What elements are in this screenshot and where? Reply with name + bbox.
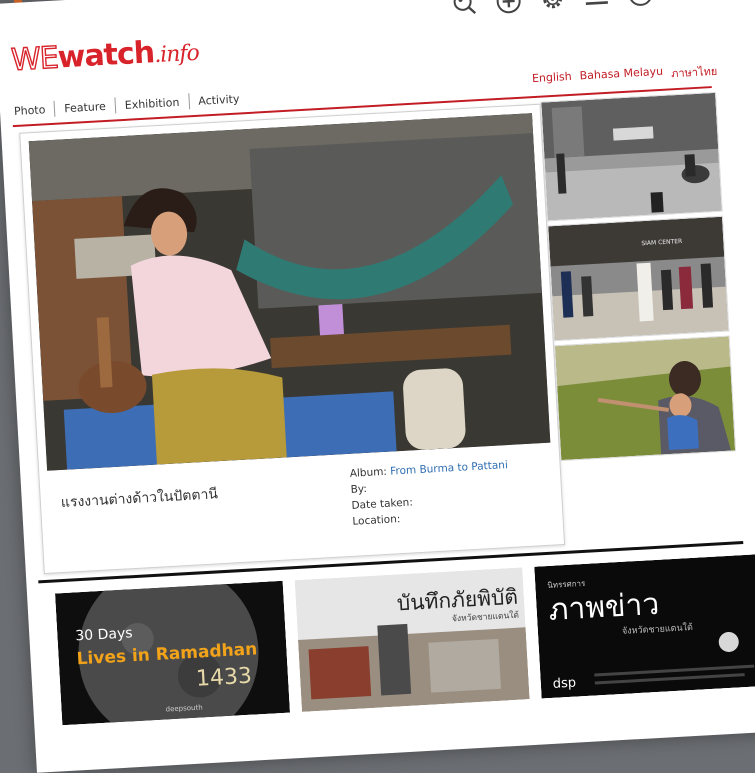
nav-divider — [53, 100, 56, 117]
nav-item-feature[interactable]: Feature — [64, 99, 106, 114]
header-icons — [450, 0, 655, 18]
lang-bahasa-melayu[interactable]: Bahasa Melayu — [579, 65, 663, 88]
search-icon[interactable] — [450, 0, 480, 18]
feature-tile-30-days[interactable]: 30 Days Lives in Ramadhan 1433 deepsouth — [55, 580, 291, 726]
featured-meta: Album: From Burma to Pattani By: Date ta… — [349, 457, 511, 530]
side-photo-siam-center[interactable]: SIAM CENTER — [547, 215, 730, 342]
gear-icon[interactable] — [538, 0, 568, 14]
featured-photo[interactable] — [28, 113, 551, 471]
tile1-year: 1433 — [195, 664, 252, 692]
tile1-line1: 30 Days — [75, 625, 133, 644]
side-photo-family-field[interactable] — [553, 335, 737, 462]
lang-english[interactable]: English — [532, 70, 573, 90]
featured-photo-card: แรงงานต่างด้าวในปัตตานี Album: From Burm… — [19, 103, 566, 575]
logo-we: WE — [10, 40, 60, 79]
feature-tile-news-photo[interactable]: นิทรรศการ ภาพข่าว จังหวัดชายแดนใต้ dsp — [534, 553, 755, 699]
logo-info: .info — [153, 40, 200, 69]
meta-album-label: Album: — [349, 465, 388, 480]
plus-circle-icon[interactable] — [494, 0, 524, 16]
page-card: WEwatch.info Photo Feature Exhibition Ac… — [0, 0, 755, 773]
menu-icon[interactable] — [582, 0, 612, 11]
nav-item-photo[interactable]: Photo — [14, 103, 46, 118]
nav-item-activity[interactable]: Activity — [198, 92, 240, 107]
lang-thai[interactable]: ภาษาไทย — [671, 62, 718, 83]
upload-icon[interactable] — [626, 0, 656, 9]
site-logo[interactable]: WEwatch.info — [10, 33, 200, 79]
featured-title[interactable]: แรงงานต่างด้าวในปัตตานี — [60, 483, 219, 514]
feature-tile-disaster-record[interactable]: บันทึกภัยพิบัติ จังหวัดชายแดนใต้ — [294, 567, 530, 712]
tile3-logo: dsp — [552, 676, 576, 692]
language-switcher: English Bahasa Melayu ภาษาไทย — [532, 62, 718, 90]
nav-divider — [114, 97, 117, 114]
nav-item-exhibition[interactable]: Exhibition — [124, 95, 179, 111]
tile3-title: ภาพข่าว — [548, 587, 660, 628]
nav-divider — [187, 93, 190, 110]
logo-watch: watch — [56, 35, 156, 76]
side-photo-street[interactable] — [540, 91, 723, 222]
